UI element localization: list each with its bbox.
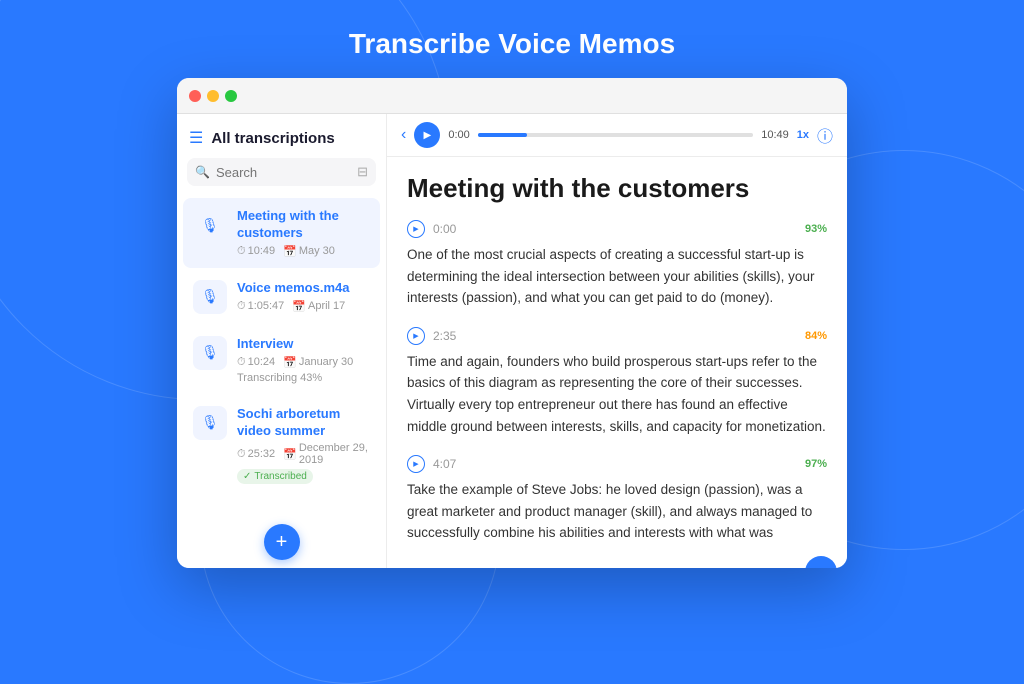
- item-meta: ⏱ 10:49 📅 May 30: [237, 245, 370, 258]
- time-end: 10:49: [761, 129, 789, 141]
- add-button[interactable]: +: [264, 524, 300, 560]
- list-item[interactable]: 🎙 Interview ⏱ 10:24 📅 January 30 Transcr…: [183, 326, 380, 394]
- item-name: Sochi arboretum video summer: [237, 406, 370, 440]
- status-transcribing: Transcribing 43%: [237, 372, 370, 384]
- search-icon: 🔍: [195, 165, 210, 179]
- transcript-segment: ▶ 0:00 93% One of the most crucial aspec…: [407, 220, 827, 309]
- speed-button[interactable]: 1x: [797, 129, 809, 141]
- item-name: Meeting with the customers: [237, 208, 370, 242]
- menu-icon: ☰: [189, 128, 203, 148]
- segment-meta: ▶ 4:07 97%: [407, 455, 827, 473]
- item-duration: ⏱ 25:32: [237, 448, 275, 461]
- list-items: 🎙 Meeting with the customers ⏱ 10:49 📅 M…: [177, 196, 386, 518]
- mini-play-button[interactable]: ▶: [407, 327, 425, 345]
- item-duration: ⏱ 10:24: [237, 356, 275, 369]
- content-area: ‹ ▶ 0:00 10:49 1x ⓘ Meeting with the cus…: [387, 114, 847, 568]
- segment-confidence: 97%: [805, 458, 827, 470]
- search-bar[interactable]: 🔍 ⊟: [187, 158, 376, 186]
- segment-time: 4:07: [433, 457, 456, 471]
- sidebar-title: All transcriptions: [211, 130, 334, 147]
- item-duration: ⏱ 1:05:47: [237, 300, 284, 313]
- item-name: Interview: [237, 336, 370, 353]
- item-icon: 🎙: [193, 280, 227, 314]
- item-date: 📅 May 30: [283, 245, 335, 258]
- transcript-segment: ▶ 4:07 97% Take the example of Steve Job…: [407, 455, 827, 544]
- segment-time: 2:35: [433, 329, 456, 343]
- list-item[interactable]: 🎙 Sochi arboretum video summer ⏱ 25:32 📅…: [183, 396, 380, 495]
- app-window: ☰ All transcriptions 🔍 ⊟ 🎙 Meeting with …: [177, 78, 847, 568]
- item-meta: ⏱ 10:24 📅 January 30: [237, 356, 370, 369]
- main-layout: ☰ All transcriptions 🔍 ⊟ 🎙 Meeting with …: [177, 114, 847, 568]
- segment-meta: ▶ 0:00 93%: [407, 220, 827, 238]
- item-date: 📅 January 30: [283, 356, 353, 369]
- item-info: Voice memos.m4a ⏱ 1:05:47 📅 April 17: [237, 280, 370, 313]
- item-icon: 🎙: [193, 406, 227, 440]
- list-item[interactable]: 🎙 Voice memos.m4a ⏱ 1:05:47 📅 April 17: [183, 270, 380, 324]
- traffic-lights: [189, 90, 237, 102]
- traffic-light-green[interactable]: [225, 90, 237, 102]
- player-bar: ▶ 0:00 10:49 1x: [414, 122, 809, 148]
- progress-fill: [478, 133, 528, 137]
- item-name: Voice memos.m4a: [237, 280, 370, 297]
- item-info: Sochi arboretum video summer ⏱ 25:32 📅 D…: [237, 406, 370, 485]
- traffic-light-red[interactable]: [189, 90, 201, 102]
- item-date: 📅 December 29, 2019: [283, 442, 370, 466]
- search-input[interactable]: [216, 165, 351, 180]
- mini-play-button[interactable]: ▶: [407, 455, 425, 473]
- content-title: Meeting with the customers: [407, 173, 827, 204]
- content-top-bar: ‹ ▶ 0:00 10:49 1x ⓘ: [387, 114, 847, 157]
- list-item[interactable]: 🎙 Meeting with the customers ⏱ 10:49 📅 M…: [183, 198, 380, 268]
- segment-confidence: 93%: [805, 223, 827, 235]
- item-meta: ⏱ 25:32 📅 December 29, 2019: [237, 442, 370, 466]
- item-duration: ⏱ 10:49: [237, 245, 275, 258]
- item-date: 📅 April 17: [292, 300, 345, 313]
- sidebar: ☰ All transcriptions 🔍 ⊟ 🎙 Meeting with …: [177, 114, 387, 568]
- transcript-segment: ▶ 2:35 84% Time and again, founders who …: [407, 327, 827, 437]
- title-bar: [177, 78, 847, 114]
- segment-confidence: 84%: [805, 330, 827, 342]
- item-info: Interview ⏱ 10:24 📅 January 30 Transcrib…: [237, 336, 370, 384]
- status-transcribed: ✓ Transcribed: [237, 469, 313, 484]
- checkmark-icon: ✓: [243, 471, 251, 482]
- progress-track[interactable]: [478, 133, 753, 137]
- time-start: 0:00: [448, 129, 469, 141]
- segment-text: One of the most crucial aspects of creat…: [407, 244, 827, 309]
- page-title: Transcribe Voice Memos: [349, 28, 675, 60]
- content-body: Meeting with the customers ▶ 0:00 93% On…: [387, 157, 847, 568]
- segment-time: 0:00: [433, 222, 456, 236]
- item-icon: 🎙: [193, 208, 227, 242]
- segment-meta: ▶ 2:35 84%: [407, 327, 827, 345]
- back-button[interactable]: ‹: [401, 126, 406, 144]
- item-meta: ⏱ 1:05:47 📅 April 17: [237, 300, 370, 313]
- item-info: Meeting with the customers ⏱ 10:49 📅 May…: [237, 208, 370, 258]
- item-icon: 🎙: [193, 336, 227, 370]
- traffic-light-yellow[interactable]: [207, 90, 219, 102]
- info-button[interactable]: ⓘ: [817, 123, 833, 147]
- filter-icon[interactable]: ⊟: [357, 164, 368, 180]
- segment-text: Time and again, founders who build prosp…: [407, 351, 827, 437]
- segment-text: Take the example of Steve Jobs: he loved…: [407, 479, 827, 544]
- play-button[interactable]: ▶: [414, 122, 440, 148]
- sidebar-header: ☰ All transcriptions: [177, 114, 386, 158]
- mini-play-button[interactable]: ▶: [407, 220, 425, 238]
